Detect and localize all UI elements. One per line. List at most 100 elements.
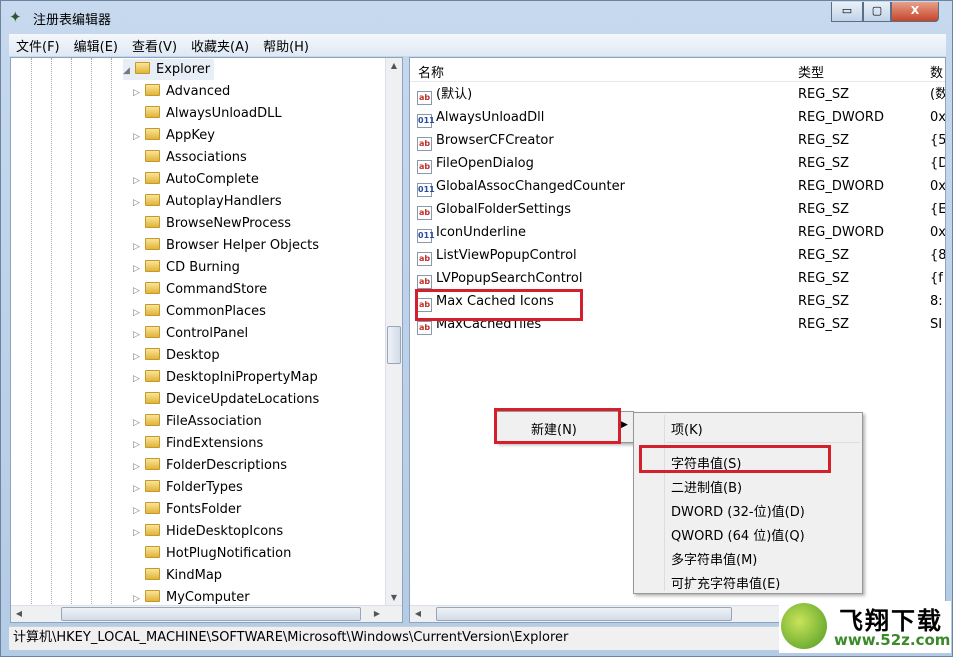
expand-arrow-icon[interactable]: ▷ — [133, 193, 145, 214]
folder-icon — [145, 194, 160, 206]
close-button[interactable]: X — [891, 2, 939, 22]
list-row[interactable]: 011IconUnderline REG_DWORD 0x — [410, 222, 945, 244]
expand-arrow-icon[interactable]: ▷ — [133, 237, 145, 258]
submenu-item-binary-value[interactable]: 二进制值(B) — [671, 477, 742, 496]
tree-item[interactable]: KindMap — [133, 565, 222, 586]
menu-help[interactable]: 帮助(H) — [256, 36, 316, 55]
tree-pane: ◢ Explorer ▷ Advanced AlwaysUnloadDLL ▷ AppKe… — [10, 57, 403, 623]
folder-icon — [145, 458, 160, 470]
tree-item[interactable]: Associations — [133, 147, 247, 168]
column-header-type[interactable]: 类型 — [798, 62, 824, 81]
folder-icon — [145, 128, 160, 140]
list-row[interactable]: ab LVPopupSearchControl REG_SZ {f — [410, 268, 945, 290]
list-row[interactable]: ab ListViewPopupControl REG_SZ {8 — [410, 245, 945, 267]
tree-item[interactable]: BrowseNewProcess — [133, 213, 291, 234]
tree-item[interactable]: AlwaysUnloadDLL — [133, 103, 282, 124]
folder-icon — [145, 282, 160, 294]
scroll-thumb[interactable] — [387, 326, 401, 364]
tree-vertical-scrollbar[interactable]: ▲ ▼ — [385, 58, 402, 606]
expand-arrow-icon[interactable]: ▷ — [133, 347, 145, 368]
submenu-item-key[interactable]: 项(K) — [671, 419, 703, 438]
scroll-thumb[interactable] — [61, 607, 361, 621]
tree-item[interactable]: ▷ FolderTypes — [133, 477, 243, 498]
title-bar: ✦ 注册表编辑器 ▭ ▢ X — [1, 1, 952, 33]
expand-arrow-icon[interactable]: ▷ — [133, 501, 145, 522]
list-row[interactable]: ab GlobalFolderSettings REG_SZ {E — [410, 199, 945, 221]
menu-bar: 文件(F) 编辑(E) 查看(V) 收藏夹(A) 帮助(H) — [9, 34, 946, 56]
tree-item[interactable]: ▷ AutoplayHandlers — [133, 191, 282, 212]
tree-item[interactable]: ▷ CommandStore — [133, 279, 267, 300]
menu-edit[interactable]: 编辑(E) — [67, 36, 125, 55]
tree-item[interactable]: ▷ HideDesktopIcons — [133, 521, 283, 542]
expand-arrow-icon[interactable]: ▷ — [133, 83, 145, 104]
folder-icon — [145, 260, 160, 272]
folder-icon — [145, 216, 160, 228]
list-row[interactable]: ab(默认) REG_SZ (数 — [410, 84, 945, 106]
tree-item[interactable]: ▷ FindExtensions — [133, 433, 263, 454]
expand-arrow-icon[interactable]: ▷ — [133, 259, 145, 280]
tree-item[interactable]: ▷ Desktop — [133, 345, 220, 366]
scroll-left-arrow-icon[interactable]: ◀ — [410, 606, 426, 622]
expand-arrow-icon[interactable]: ▷ — [133, 523, 145, 544]
tree-item[interactable]: ▷ FolderDescriptions — [133, 455, 287, 476]
list-row[interactable]: 011GlobalAssocChangedCounter REG_DWORD 0… — [410, 176, 945, 198]
tree-item[interactable]: ▷ Browser Helper Objects — [133, 235, 319, 256]
expand-arrow-icon[interactable]: ▷ — [133, 325, 145, 346]
registry-editor-window: ✦ 注册表编辑器 ▭ ▢ X 文件(F) 编辑(E) 查看(V) 收藏夹(A) … — [0, 0, 953, 657]
submenu-arrow-icon: ▶ — [621, 420, 628, 430]
string-value-icon: ab — [417, 91, 432, 105]
dword-value-icon: 011 — [417, 183, 435, 197]
submenu-item-expandable-string-value[interactable]: 可扩充字符串值(E) — [671, 573, 780, 592]
logo-leaf-icon — [781, 603, 827, 649]
highlight-box-string-value — [639, 445, 831, 473]
menu-view[interactable]: 查看(V) — [125, 36, 184, 55]
scroll-right-arrow-icon[interactable]: ▶ — [369, 606, 385, 622]
menu-favorites[interactable]: 收藏夹(A) — [184, 36, 256, 55]
maximize-button[interactable]: ▢ — [863, 2, 891, 22]
string-value-icon: ab — [417, 206, 432, 220]
tree-item[interactable]: HotPlugNotification — [133, 543, 291, 564]
submenu-item-qword-value[interactable]: QWORD (64 位)值(Q) — [671, 525, 805, 544]
tree-item[interactable]: ▷ FileAssociation — [133, 411, 262, 432]
scroll-thumb[interactable] — [436, 607, 732, 621]
tree-item[interactable]: ▷ DesktopIniPropertyMap — [133, 367, 318, 388]
string-value-icon: ab — [417, 275, 432, 289]
expand-arrow-icon[interactable]: ▷ — [133, 435, 145, 456]
tree-item[interactable]: ▷ AutoComplete — [133, 169, 259, 190]
expand-arrow-icon[interactable]: ▷ — [133, 479, 145, 500]
submenu-item-multi-string-value[interactable]: 多字符串值(M) — [671, 549, 757, 568]
scroll-left-arrow-icon[interactable]: ◀ — [11, 606, 27, 622]
folder-icon — [145, 524, 160, 536]
tree-item-explorer[interactable]: ◢ Explorer — [123, 59, 215, 82]
folder-icon — [145, 84, 160, 96]
tree-item[interactable]: ▷ CD Burning — [133, 257, 240, 278]
tree-item[interactable]: ▷ FontsFolder — [133, 499, 241, 520]
scroll-down-arrow-icon[interactable]: ▼ — [386, 590, 402, 606]
expand-arrow-icon[interactable]: ▷ — [133, 303, 145, 324]
tree-item[interactable]: ▷ AppKey — [133, 125, 215, 146]
expand-arrow-icon[interactable]: ▷ — [133, 127, 145, 148]
scroll-up-arrow-icon[interactable]: ▲ — [386, 58, 402, 74]
tree-item[interactable]: ▷ CommonPlaces — [133, 301, 266, 322]
expand-arrow-icon[interactable]: ▷ — [133, 171, 145, 192]
folder-icon — [145, 304, 160, 316]
expand-arrow-icon[interactable]: ▷ — [133, 369, 145, 390]
submenu-item-dword-value[interactable]: DWORD (32-位)值(D) — [671, 501, 805, 520]
tree-item[interactable]: ▷ ControlPanel — [133, 323, 248, 344]
folder-icon — [145, 414, 160, 426]
expand-arrow-icon[interactable]: ▷ — [133, 413, 145, 434]
column-header-name[interactable]: 名称 — [418, 62, 444, 81]
tree-item[interactable]: ▷ Advanced — [133, 81, 230, 102]
menu-file[interactable]: 文件(F) — [9, 36, 67, 55]
expand-arrow-icon[interactable]: ▷ — [133, 457, 145, 478]
folder-icon — [145, 348, 160, 360]
list-row[interactable]: abFileOpenDialog REG_SZ {D — [410, 153, 945, 175]
list-row[interactable]: 011AlwaysUnloadDll REG_DWORD 0x — [410, 107, 945, 129]
minimize-button[interactable]: ▭ — [831, 2, 863, 22]
collapse-arrow-icon[interactable]: ◢ — [123, 61, 135, 82]
list-row[interactable]: ab BrowserCFCreator REG_SZ {5 — [410, 130, 945, 152]
column-header-data[interactable]: 数 — [930, 62, 943, 81]
expand-arrow-icon[interactable]: ▷ — [133, 281, 145, 302]
tree-item[interactable]: DeviceUpdateLocations — [133, 389, 319, 410]
tree-horizontal-scrollbar[interactable]: ◀ ▶ — [11, 605, 402, 622]
